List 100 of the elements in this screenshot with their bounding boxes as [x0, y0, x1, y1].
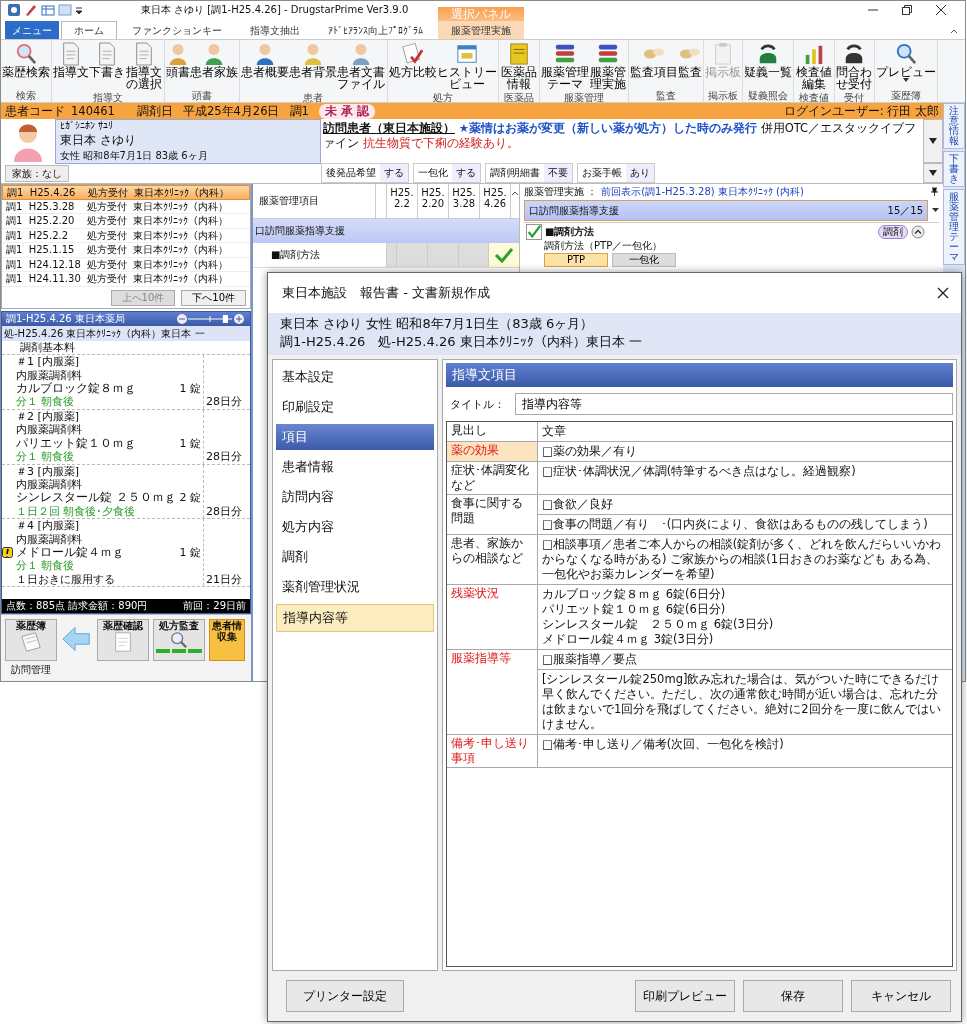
- text-cell[interactable]: □食欲／良好: [538, 495, 952, 515]
- dialog-button[interactable]: キャンセル: [851, 980, 951, 1012]
- ribbon-button[interactable]: 指導文の選択: [125, 41, 163, 92]
- nav-item[interactable]: 訪問内容: [276, 484, 434, 510]
- item-label: ■調剤方法: [545, 226, 596, 238]
- ribbon-button[interactable]: 頭書: [165, 41, 190, 89]
- fee-item: 内服薬調剤料: [16, 423, 83, 437]
- heading-cell[interactable]: 患者、家族からの相談など: [447, 535, 538, 584]
- ribbon-button[interactable]: 監査: [678, 41, 702, 89]
- group-label: 薬歴簿: [890, 89, 922, 102]
- heading-cell[interactable]: 残薬状況: [447, 585, 538, 649]
- nav-item[interactable]: 処方内容: [276, 514, 434, 540]
- usage-text: 分１ 朝食後: [16, 559, 76, 573]
- heading-cell[interactable]: 備考･申し送り事項: [447, 735, 538, 767]
- days-supply: 28日分: [205, 395, 243, 409]
- ribbon-button[interactable]: 監査項目: [630, 41, 678, 89]
- workflow-step[interactable]: 薬歴簿: [5, 619, 57, 661]
- ribbon-button[interactable]: 薬歴検索: [2, 41, 50, 89]
- nav-item[interactable]: 基本設定: [276, 364, 434, 390]
- text-cell[interactable]: □薬の効果／有り: [538, 442, 952, 461]
- ribbon-button[interactable]: 処方比較: [388, 41, 437, 92]
- group-label: 処方: [431, 91, 454, 105]
- nav-item[interactable]: 印刷設定: [276, 394, 434, 420]
- text-cell[interactable]: □服薬指導／要点: [538, 650, 952, 670]
- drug-name: パリエット錠１０ｍｇ: [16, 436, 136, 451]
- notice-text: 訪問患者（東日本施設） ★薬情はお薬が変更（新しい薬が処方）した時のみ発行 併用OTC／エスタックイブファイン 抗生物質で下痢の経験あり。: [322, 120, 918, 152]
- nav-item[interactable]: 患者情報: [276, 454, 434, 480]
- ribbon-button[interactable]: 患者概要: [240, 41, 289, 92]
- option-button[interactable]: PTP: [544, 253, 608, 267]
- flag-label: 後発品希望: [325, 166, 377, 180]
- group-label: 検査値: [797, 91, 830, 105]
- side-tab[interactable]: 服薬管理テーマ: [943, 189, 965, 265]
- rp-number: ＃4 [内服薬]: [16, 519, 81, 533]
- text-cell[interactable]: □症状･体調状況／体調(特筆するべき点はなし。経過観察): [538, 462, 952, 494]
- ribbon-tab[interactable]: メニュー: [5, 21, 59, 39]
- workflow-step[interactable]: 薬歴確認: [97, 619, 149, 661]
- ribbon-button[interactable]: 服薬管理テーマ: [540, 41, 590, 92]
- ribbon-tab[interactable]: 指導文抽出: [237, 21, 313, 39]
- history-row[interactable]: 調1 H24.11.30 処方受付 東日本ｸﾘﾆｯｸ（内科）: [2, 272, 250, 287]
- history-row[interactable]: 調1 H25.2.2 処方受付 東日本ｸﾘﾆｯｸ（内科）: [2, 228, 250, 243]
- nav-item[interactable]: 調剤: [276, 544, 434, 570]
- side-tab[interactable]: 注意情報: [943, 103, 965, 149]
- group-selector[interactable]: 口訪問服薬指導支援 15／15: [524, 200, 928, 221]
- ribbon-button[interactable]: 患者家族: [189, 41, 238, 89]
- nav-item[interactable]: 指導内容等: [276, 604, 434, 632]
- flag-label: 一包化: [417, 166, 449, 180]
- previous-link[interactable]: 前回表示(調1-H25.3.28) 東日本ｸﾘﾆｯｸ (内科): [601, 185, 804, 199]
- ribbon-button[interactable]: プレビュー: [876, 41, 936, 89]
- text-cell[interactable]: □相談事項／患者ご本人からの相談(錠剤が多く、どれを飲んだらいいかわからなくなる時がある) ご家族からの相談(1日おきのお薬なども ある為、一包化やお薬カレンダーを希望): [538, 535, 952, 584]
- page-down-button[interactable]: 下へ10件: [181, 289, 246, 306]
- side-tab[interactable]: 下書き: [943, 151, 965, 187]
- option-button[interactable]: 一包化: [612, 253, 676, 267]
- workflow-step[interactable]: 処方監査: [153, 619, 205, 661]
- ribbon-button[interactable]: ヒストリービュー: [436, 41, 497, 92]
- rp-number: ＃3 [内服薬]: [16, 464, 81, 478]
- ribbon-button[interactable]: 指導文: [53, 41, 89, 92]
- title-label: タイトル：: [450, 396, 505, 412]
- ribbon-tab[interactable]: ｱﾄﾞﾋｱﾗﾝｽ向上ﾌﾟﾛｸﾞﾗﾑ: [315, 21, 436, 39]
- group-label: 受付: [843, 91, 866, 105]
- history-row[interactable]: 調1 H25.1.15 処方受付 東日本ｸﾘﾆｯｸ（内科）: [2, 243, 250, 258]
- ribbon-button[interactable]: 医薬品情報: [500, 41, 538, 92]
- text-cell[interactable]: カルブロック錠８ｍｇ 6錠(6日分) パリエット錠１０ｍｇ 6錠(6日分) シンレスタール錠 ２５０ｍｇ 6錠(3日分) メドロール錠４ｍｇ 3錠(3日分): [538, 585, 952, 649]
- heading-cell[interactable]: 薬の効果: [447, 442, 538, 461]
- ribbon-tab[interactable]: ファンクションキー: [119, 21, 235, 39]
- history-row[interactable]: 調1 H25.2.20 処方受付 東日本ｸﾘﾆｯｸ（内科）: [2, 214, 250, 229]
- text-cell[interactable]: [シンレスタール錠250mg]飲み忘れた場合は、気がついた時にできるだけ早く飲んでください。ただし、次の通常飲む時間が近い場合は、忘れた分は飲まないで1回分を飛ばしてください。絶対に2回分を一度に飲んではいけません。: [538, 670, 952, 734]
- group-label: 医薬品: [502, 91, 535, 105]
- ribbon-button[interactable]: 疑義一覧: [744, 41, 792, 89]
- workflow-step[interactable]: 患者情収集: [209, 619, 245, 661]
- fee-item: 調剤基本料: [20, 340, 75, 355]
- text-cell[interactable]: □備考･申し送り／備考(次回、一包化を検討): [538, 735, 952, 767]
- nav-item[interactable]: 項目: [276, 424, 434, 450]
- ribbon-tab[interactable]: ホーム: [61, 21, 117, 39]
- drug-quantity: 1 錠: [179, 382, 202, 396]
- heading-cell[interactable]: 症状･体調変化など: [447, 462, 538, 494]
- section-header: 指導文項目: [446, 363, 953, 387]
- step-caption: 訪問管理: [11, 663, 51, 677]
- ribbon-tab[interactable]: 服薬管理実施: [438, 21, 524, 39]
- flag-label: お薬手帳: [581, 166, 623, 180]
- ribbon-button[interactable]: 下書き: [89, 41, 125, 92]
- ribbon-button[interactable]: 検査値編集: [795, 41, 833, 92]
- days-supply: 21日分: [205, 572, 243, 587]
- ribbon-button[interactable]: 患者文書ファイル: [336, 41, 386, 92]
- ribbon-button[interactable]: 問合わせ受付: [835, 41, 873, 92]
- dialog-button[interactable]: 印刷プレビュー: [635, 980, 735, 1012]
- usage-text: １日２回 朝食後･夕食後: [16, 504, 137, 519]
- heading-cell[interactable]: 服薬指導等: [447, 650, 538, 734]
- group-label: 頭書: [190, 89, 213, 102]
- title-field[interactable]: 指導内容等: [515, 393, 953, 415]
- ribbon-button[interactable]: 患者背景: [288, 41, 337, 92]
- text-cell[interactable]: □食事の問題／有り ･(口内炎により、食欲はあるものの残してしまう): [538, 515, 952, 534]
- history-row[interactable]: 調1 H25.4.26 処方受付 東日本ｸﾘﾆｯｸ（内科）: [2, 185, 250, 200]
- flag-value: あり: [626, 164, 654, 182]
- history-row[interactable]: 調1 H25.3.28 処方受付 東日本ｸﾘﾆｯｸ（内科）: [2, 199, 250, 214]
- ribbon-button[interactable]: 服薬管理実施: [589, 41, 627, 92]
- nav-item[interactable]: 薬剤管理状況: [276, 574, 434, 600]
- dialog-button[interactable]: 保存: [743, 980, 843, 1012]
- heading-cell[interactable]: 食事に関する問題: [447, 495, 538, 534]
- history-row[interactable]: 調1 H24.12.18 処方受付 東日本ｸﾘﾆｯｸ（内科）: [2, 257, 250, 272]
- dialog-button[interactable]: プリンター設定: [286, 980, 404, 1012]
